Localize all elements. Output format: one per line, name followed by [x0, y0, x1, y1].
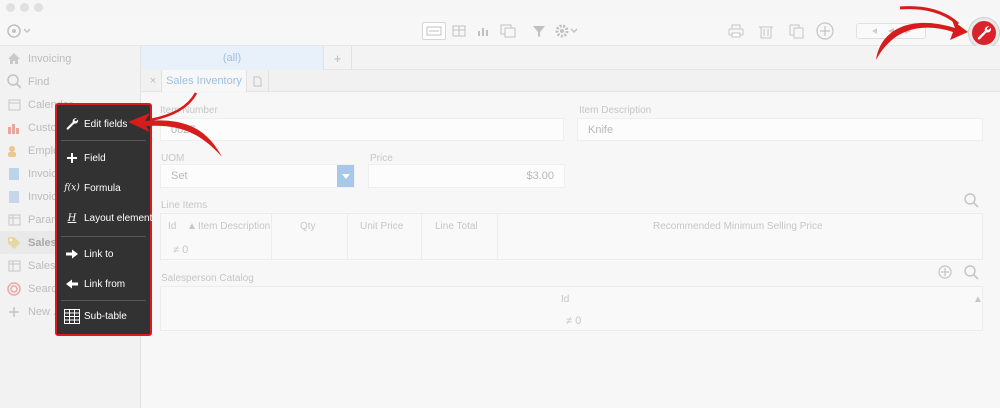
view-menu-icon[interactable]: [6, 22, 32, 40]
arrow-right-icon: [64, 246, 80, 262]
chart-view-icon[interactable]: [472, 22, 494, 40]
sort-ascending-icon[interactable]: ▲: [187, 221, 197, 232]
sidebar-item-label: Invoicing: [28, 52, 72, 65]
calendar-icon: [7, 98, 21, 112]
item-number-label: Item Number: [160, 105, 218, 116]
sidebar-item-label: Find: [28, 75, 50, 88]
menu-divider: [61, 140, 146, 141]
sidebar-item-find[interactable]: Find: [0, 70, 141, 93]
close-view-button[interactable]: ×: [145, 70, 161, 92]
table-icon: [7, 259, 21, 273]
prev-first-icon[interactable]: [870, 27, 878, 35]
wrench-icon: [64, 116, 80, 132]
column-header-qty[interactable]: Qty: [300, 221, 316, 232]
line-items-label: Line Items: [161, 200, 208, 211]
item-number-field[interactable]: 0027: [160, 118, 564, 141]
duplicate-icon[interactable]: [786, 22, 806, 40]
prev-icon[interactable]: [887, 27, 895, 35]
document-icon: [7, 190, 21, 204]
search-icon[interactable]: [964, 265, 979, 283]
formula-icon: f(x): [64, 183, 80, 193]
gear-icon[interactable]: [554, 22, 580, 40]
price-label: Price: [370, 153, 393, 164]
tab-sales-inventory[interactable]: Sales Inventory: [161, 70, 247, 92]
form-view-icon[interactable]: [422, 22, 446, 40]
menu-item-sub-table[interactable]: Sub-table: [57, 304, 150, 328]
menu-item-formula[interactable]: f(x) Formula: [57, 176, 150, 200]
zoom-window-button[interactable]: [34, 3, 43, 12]
trash-icon[interactable]: [756, 22, 776, 40]
menu-divider: [61, 300, 146, 301]
item-description-field[interactable]: Knife: [577, 118, 983, 141]
menu-item-layout-element[interactable]: H Layout element: [57, 206, 153, 230]
title-bar: [0, 0, 1000, 16]
add-icon[interactable]: [938, 265, 952, 282]
add-icon[interactable]: [815, 21, 835, 41]
add-element-menu: Edit fields Field f(x) Formula H Layout …: [55, 103, 152, 336]
minimize-window-button[interactable]: [20, 3, 29, 12]
record-count: ≠ 0: [173, 244, 189, 256]
tab-all[interactable]: (all): [141, 46, 324, 70]
view-tab-bar: × Sales Inventory: [141, 70, 1000, 92]
line-items-table: Id ▲ Item Description Qty Unit Price Lin…: [160, 213, 983, 260]
wrench-icon: [977, 26, 992, 40]
layout-icon: H: [67, 212, 77, 224]
column-header-unit-price[interactable]: Unit Price: [360, 221, 403, 232]
list-view-icon[interactable]: [448, 22, 470, 40]
close-window-button[interactable]: [6, 3, 15, 12]
table-icon: [7, 213, 21, 227]
tab-bar: (all) +: [141, 46, 1000, 70]
column-header-id[interactable]: Id: [561, 294, 569, 305]
salesperson-catalog-label: Salesperson Catalog: [161, 273, 254, 284]
home-icon: [7, 52, 21, 66]
salesperson-catalog-table: Id ▲ ≠ 0: [160, 286, 983, 331]
record-form: Item Number 0027 Item Description Knife …: [141, 93, 1000, 408]
menu-item-link-to[interactable]: Link to: [57, 242, 150, 266]
search-icon[interactable]: [964, 193, 979, 211]
uom-select[interactable]: Set: [160, 164, 355, 188]
column-header-item-description[interactable]: Item Description: [198, 221, 270, 232]
search-icon: [7, 74, 21, 89]
menu-divider: [61, 236, 146, 237]
plus-icon: [7, 305, 21, 319]
sort-ascending-icon[interactable]: ▲: [973, 294, 983, 305]
edit-mode-wrench-button[interactable]: [969, 18, 999, 48]
column-header-id[interactable]: Id: [168, 221, 176, 232]
tag-icon: [7, 236, 21, 250]
arrow-left-icon: [64, 276, 80, 292]
record-navigation: [856, 23, 926, 39]
uom-dropdown-button[interactable]: [337, 165, 354, 187]
uom-label: UOM: [161, 153, 185, 164]
menu-item-field[interactable]: Field: [57, 146, 150, 170]
column-header-recommended-minimum-selling-price[interactable]: Recommended Minimum Selling Price: [653, 221, 823, 232]
menu-item-link-from[interactable]: Link from: [57, 272, 150, 296]
filter-icon[interactable]: [530, 22, 548, 40]
column-header-line-total[interactable]: Line Total: [435, 221, 478, 232]
toolbar: [0, 16, 1000, 46]
target-icon: [7, 281, 21, 296]
chevron-down-icon: [341, 173, 350, 179]
table-view-icon[interactable]: [497, 22, 519, 40]
table-icon: [64, 308, 80, 324]
chart-icon: [7, 121, 21, 135]
print-icon[interactable]: [726, 22, 746, 40]
document-icon: [7, 167, 21, 181]
sidebar-item-invoicing[interactable]: Invoicing: [0, 47, 141, 70]
add-tab-button[interactable]: +: [324, 46, 352, 70]
record-count: ≠ 0: [566, 315, 582, 327]
people-icon: [7, 144, 21, 158]
item-description-label: Item Description: [579, 105, 652, 116]
plus-icon: [64, 150, 80, 166]
document-icon[interactable]: [247, 70, 269, 92]
next-icon[interactable]: [904, 27, 912, 35]
menu-item-edit-fields[interactable]: Edit fields: [57, 112, 150, 136]
price-field[interactable]: $3.00: [368, 164, 565, 188]
